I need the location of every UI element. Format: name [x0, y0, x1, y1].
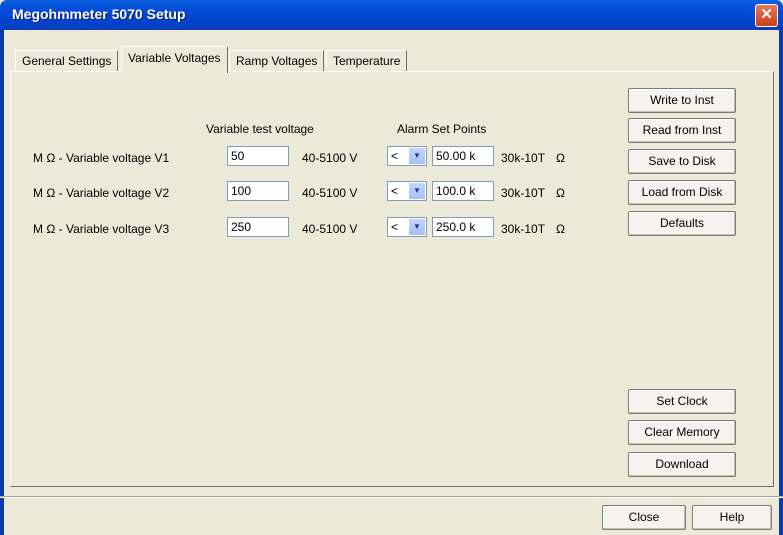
alarm-header: Alarm Set Points [397, 122, 487, 136]
tab-variable-voltages[interactable]: Variable Voltages [121, 46, 228, 73]
load-from-disk-button[interactable]: Load from Disk [628, 180, 736, 205]
row-label: M Ω - Variable voltage V1 [33, 151, 170, 165]
test-voltage-header: Variable test voltage [206, 122, 314, 136]
download-button[interactable]: Download [628, 452, 736, 477]
clear-memory-button[interactable]: Clear Memory [628, 420, 736, 445]
comparator-select-v2[interactable]: < ▼ [387, 181, 427, 201]
ohm-unit: Ω [556, 222, 565, 236]
save-to-disk-button[interactable]: Save to Disk [628, 149, 736, 174]
window-frame-left [0, 30, 4, 535]
read-from-inst-button[interactable]: Read from Inst [628, 118, 736, 143]
tab-general-settings[interactable]: General Settings [15, 50, 119, 71]
alarm-input-v1[interactable]: 50.00 k [432, 146, 494, 166]
row-label: M Ω - Variable voltage V2 [33, 186, 170, 200]
write-to-inst-button[interactable]: Write to Inst [628, 88, 736, 113]
tab-temperature[interactable]: Temperature [326, 50, 408, 71]
voltage-input-v1[interactable]: 50 [227, 146, 289, 166]
comparator-select-v1[interactable]: < ▼ [387, 146, 427, 166]
voltage-input-v2[interactable]: 100 [227, 181, 289, 201]
window-title: Megohmmeter 5070 Setup [12, 6, 186, 22]
set-clock-button[interactable]: Set Clock [628, 389, 736, 414]
comparator-value: < [391, 220, 399, 234]
voltage-input-v3[interactable]: 250 [227, 217, 289, 237]
close-button[interactable]: Close [602, 505, 686, 530]
comparator-select-v3[interactable]: < ▼ [387, 217, 427, 237]
defaults-button[interactable]: Defaults [628, 211, 736, 236]
title-bar[interactable]: Megohmmeter 5070 Setup ✕ [0, 0, 783, 30]
voltage-range: 40-5100 V [302, 186, 358, 200]
window-frame-right [779, 30, 783, 535]
chevron-down-icon[interactable]: ▼ [409, 219, 425, 235]
alarm-input-v2[interactable]: 100.0 k [432, 181, 494, 201]
alarm-range: 30k-10T [501, 151, 546, 165]
voltage-range: 40-5100 V [302, 222, 358, 236]
voltage-range: 40-5100 V [302, 151, 358, 165]
window-close-icon[interactable]: ✕ [755, 4, 778, 27]
chevron-down-icon[interactable]: ▼ [409, 148, 425, 164]
ohm-unit: Ω [556, 151, 565, 165]
row-label: M Ω - Variable voltage V3 [33, 222, 170, 236]
footer-separator [0, 496, 783, 498]
tab-ramp-voltages[interactable]: Ramp Voltages [229, 50, 325, 71]
chevron-down-icon[interactable]: ▼ [409, 183, 425, 199]
ohm-unit: Ω [556, 186, 565, 200]
alarm-range: 30k-10T [501, 222, 546, 236]
alarm-input-v3[interactable]: 250.0 k [432, 217, 494, 237]
alarm-range: 30k-10T [501, 186, 546, 200]
help-button[interactable]: Help [692, 505, 772, 530]
comparator-value: < [391, 184, 399, 198]
comparator-value: < [391, 149, 399, 163]
